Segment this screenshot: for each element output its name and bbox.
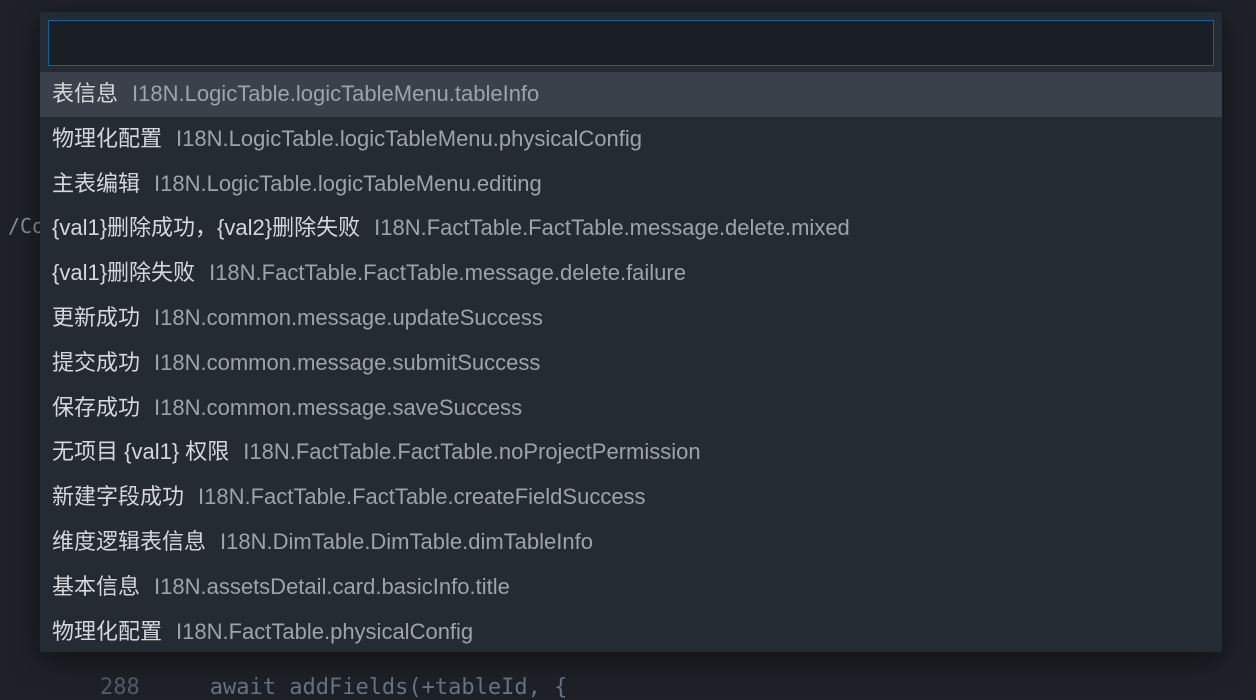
result-item[interactable]: 保存成功 I18N.common.message.saveSuccess	[40, 386, 1222, 431]
result-key: I18N.FactTable.FactTable.noProjectPermis…	[243, 437, 700, 468]
result-item[interactable]: 更新成功 I18N.common.message.updateSuccess	[40, 296, 1222, 341]
result-item[interactable]: 表信息 I18N.LogicTable.logicTableMenu.tableI…	[40, 72, 1222, 117]
result-label: 主表编辑	[52, 169, 140, 200]
result-item[interactable]: 提交成功 I18N.common.message.submitSuccess	[40, 341, 1222, 386]
line-number: 288	[100, 675, 140, 700]
result-key: I18N.LogicTable.logicTableMenu.tableInfo	[132, 79, 539, 110]
result-key: I18N.DimTable.DimTable.dimTableInfo	[220, 527, 593, 558]
result-key: I18N.LogicTable.logicTableMenu.editing	[154, 169, 542, 200]
results-list[interactable]: 表信息 I18N.LogicTable.logicTableMenu.tableI…	[40, 72, 1222, 652]
result-item[interactable]: 物理化配置 I18N.FactTable.physicalConfig	[40, 610, 1222, 652]
result-key: I18N.FactTable.FactTable.message.delete.…	[374, 213, 850, 244]
result-item[interactable]: 主表编辑 I18N.LogicTable.logicTableMenu.editi…	[40, 162, 1222, 207]
result-item[interactable]: {val1}删除成功，{val2}删除失败 I18N.FactTable.Fact…	[40, 206, 1222, 251]
result-key: I18N.common.message.saveSuccess	[154, 393, 522, 424]
result-key: I18N.common.message.submitSuccess	[154, 348, 540, 379]
result-key: I18N.common.message.updateSuccess	[154, 303, 543, 334]
search-input[interactable]	[48, 20, 1214, 66]
result-label: {val1}删除成功，{val2}删除失败	[52, 213, 360, 244]
result-item[interactable]: 新建字段成功 I18N.FactTable.FactTable.createFie…	[40, 475, 1222, 520]
result-label: 维度逻辑表信息	[52, 527, 206, 558]
code-text: await addFields(+tableId, {	[210, 675, 568, 700]
result-key: I18N.LogicTable.logicTableMenu.physicalC…	[176, 124, 642, 155]
result-key: I18N.FactTable.FactTable.createFieldSucc…	[198, 482, 646, 513]
result-key: I18N.FactTable.FactTable.message.delete.…	[209, 258, 686, 289]
result-label: 无项目 {val1} 权限	[52, 437, 229, 468]
result-label: 提交成功	[52, 348, 140, 379]
result-item[interactable]: 无项目 {val1} 权限 I18N.FactTable.FactTable.no…	[40, 430, 1222, 475]
result-label: {val1}删除失败	[52, 258, 195, 289]
search-input-wrapper	[40, 12, 1222, 72]
result-label: 更新成功	[52, 303, 140, 334]
result-item[interactable]: 物理化配置 I18N.LogicTable.logicTableMenu.phys…	[40, 117, 1222, 162]
result-label: 物理化配置	[52, 617, 162, 648]
result-label: 保存成功	[52, 393, 140, 424]
result-item[interactable]: {val1}删除失败 I18N.FactTable.FactTable.messa…	[40, 251, 1222, 296]
result-key: I18N.FactTable.physicalConfig	[176, 617, 473, 648]
result-item[interactable]: 维度逻辑表信息 I18N.DimTable.DimTable.dimTableIn…	[40, 520, 1222, 565]
result-label: 表信息	[52, 79, 118, 110]
result-label: 基本信息	[52, 572, 140, 603]
result-key: I18N.assetsDetail.card.basicInfo.title	[154, 572, 510, 603]
result-label: 新建字段成功	[52, 482, 184, 513]
result-item[interactable]: 基本信息 I18N.assetsDetail.card.basicInfo.tit…	[40, 565, 1222, 610]
result-label: 物理化配置	[52, 124, 162, 155]
quick-pick-panel: 表信息 I18N.LogicTable.logicTableMenu.tableI…	[40, 12, 1222, 652]
code-line-288: 288 await addFields(+tableId, {	[100, 675, 567, 700]
